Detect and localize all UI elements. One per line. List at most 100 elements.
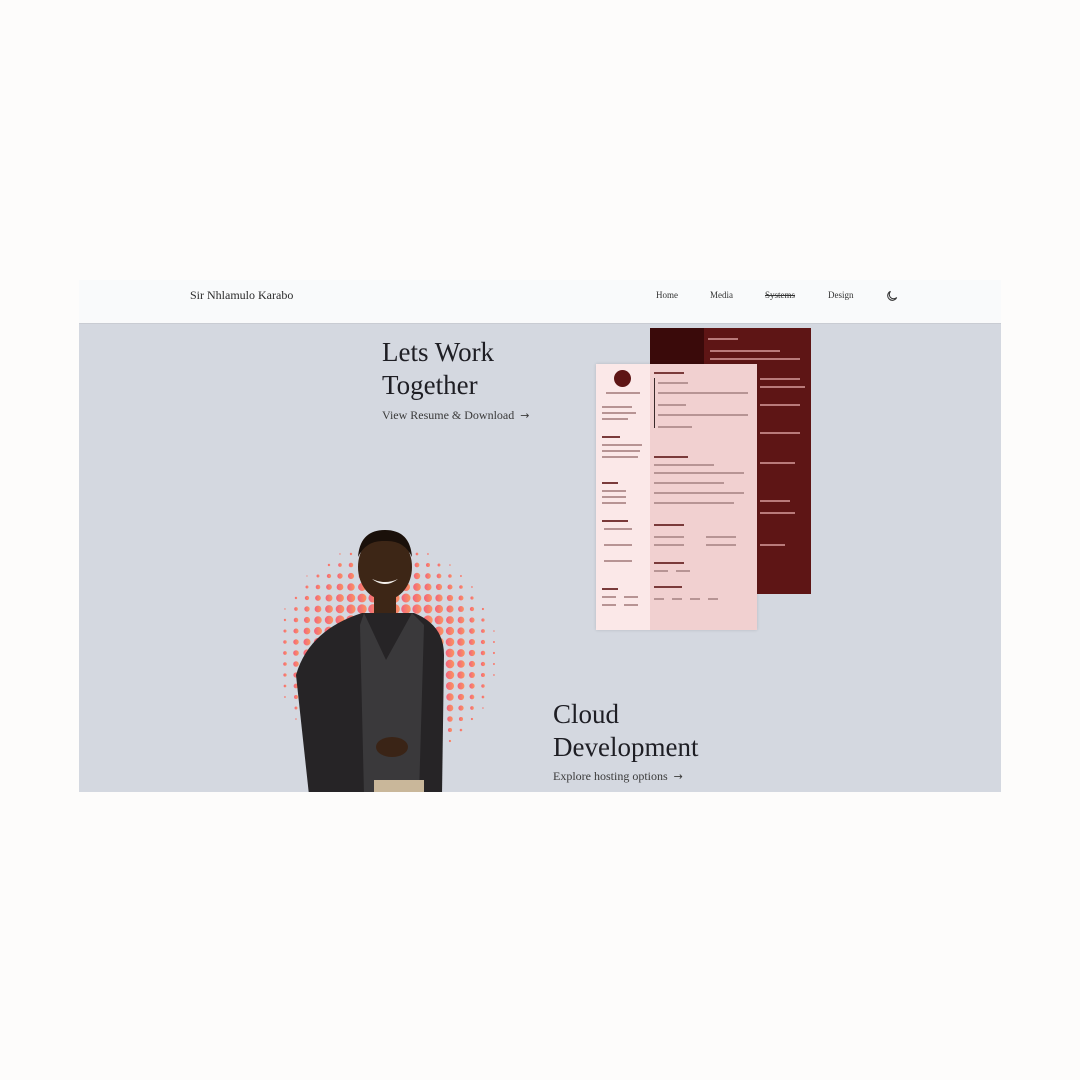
resume-line <box>760 500 790 502</box>
resume-line <box>654 472 744 474</box>
halftone-dot <box>468 638 476 646</box>
halftone-dot <box>326 573 332 579</box>
resume-line <box>654 464 714 466</box>
halftone-dot <box>445 659 455 669</box>
nav-media[interactable]: Media <box>710 290 733 300</box>
halftone-dot <box>469 683 475 689</box>
halftone-dot <box>283 629 287 633</box>
halftone-dot <box>294 596 298 600</box>
explore-hosting-link[interactable]: Explore hosting options → <box>553 769 683 784</box>
halftone-dot <box>436 573 442 579</box>
halftone-dot <box>412 604 422 614</box>
halftone-dot <box>470 706 474 710</box>
resume-section-title <box>602 436 620 438</box>
hero-heading-cloud: Cloud Development <box>553 698 698 764</box>
halftone-dot <box>481 618 485 622</box>
halftone-dot <box>434 604 444 614</box>
trousers <box>374 780 424 792</box>
resume-line <box>654 570 668 572</box>
halftone-dot <box>460 575 462 577</box>
halftone-dot <box>480 672 486 678</box>
resume-section-title <box>654 372 684 374</box>
resume-line <box>654 544 684 546</box>
arrow-right-icon: → <box>673 770 683 783</box>
resume-timeline <box>654 378 655 428</box>
halftone-dot <box>481 684 485 688</box>
halftone-dot <box>469 672 475 678</box>
arrow-right-icon: → <box>520 409 530 422</box>
halftone-dot <box>481 607 485 611</box>
explore-hosting-label: Explore hosting options <box>553 769 668 783</box>
halftone-dot <box>304 595 310 601</box>
halftone-dot <box>283 651 287 655</box>
halftone-dot <box>470 717 474 721</box>
halftone-dot <box>415 552 419 556</box>
halftone-dot <box>314 616 322 624</box>
halftone-dot <box>424 583 432 591</box>
moon-icon[interactable] <box>885 289 899 303</box>
resume-line <box>658 382 688 384</box>
resume-line <box>602 406 632 408</box>
halftone-dot <box>306 575 308 577</box>
nav-home[interactable]: Home <box>656 290 678 300</box>
hand <box>376 737 408 757</box>
halftone-dot <box>283 618 287 622</box>
view-resume-link[interactable]: View Resume & Download → <box>382 408 529 423</box>
resume-line <box>602 418 628 420</box>
halftone-dot <box>470 596 474 600</box>
halftone-dot <box>325 594 333 602</box>
resume-line <box>604 528 632 530</box>
halftone-dot <box>445 670 455 680</box>
halftone-dot <box>469 606 475 612</box>
resume-line <box>654 598 664 600</box>
halftone-dot <box>294 695 298 699</box>
halftone-dot <box>336 583 344 591</box>
halftone-dot <box>314 627 322 635</box>
halftone-dot <box>346 593 356 603</box>
halftone-dot <box>482 707 484 709</box>
halftone-dot <box>348 562 354 568</box>
navbar: Sir Nhlamulo Karabo Home Media Systems D… <box>79 280 1001 324</box>
halftone-dot <box>446 704 454 712</box>
halftone-dot <box>303 627 311 635</box>
nav-systems[interactable]: Systems <box>765 290 795 300</box>
brand-name[interactable]: Sir Nhlamulo Karabo <box>190 288 293 303</box>
resume-line <box>602 450 640 452</box>
halftone-dot <box>493 630 495 632</box>
halftone-dot <box>480 650 486 656</box>
nav-design[interactable]: Design <box>828 290 854 300</box>
halftone-dot <box>315 595 321 601</box>
halftone-dot <box>303 638 311 646</box>
halftone-dot <box>447 727 453 733</box>
halftone-dot <box>413 572 421 580</box>
hero-heading-line1: Lets Work <box>382 337 495 367</box>
halftone-dot <box>437 563 441 567</box>
resume-section-title <box>602 520 628 522</box>
resume-line <box>706 536 736 538</box>
halftone-dot <box>457 671 465 679</box>
halftone-dot <box>414 562 420 568</box>
resume-line <box>654 492 744 494</box>
resume-line <box>654 482 724 484</box>
halftone-dot <box>425 573 431 579</box>
resume-line <box>658 414 748 416</box>
resume-line <box>760 386 805 388</box>
halftone-dot <box>349 552 353 556</box>
resume-line <box>708 338 738 340</box>
halftone-dot <box>347 583 355 591</box>
halftone-dot <box>295 718 297 720</box>
halftone-dot <box>304 606 310 612</box>
halftone-dot <box>469 694 475 700</box>
halftone-dot <box>449 564 451 566</box>
halftone-dot <box>447 584 453 590</box>
resume-line <box>658 426 692 428</box>
resume-line <box>624 604 638 606</box>
resume-line <box>760 512 795 514</box>
halftone-dot <box>293 650 299 656</box>
resume-line <box>760 404 800 406</box>
halftone-dot <box>401 593 411 603</box>
halftone-dot <box>426 563 430 567</box>
halftone-dot <box>446 616 454 624</box>
halftone-dot <box>469 617 475 623</box>
halftone-dot <box>458 716 464 722</box>
